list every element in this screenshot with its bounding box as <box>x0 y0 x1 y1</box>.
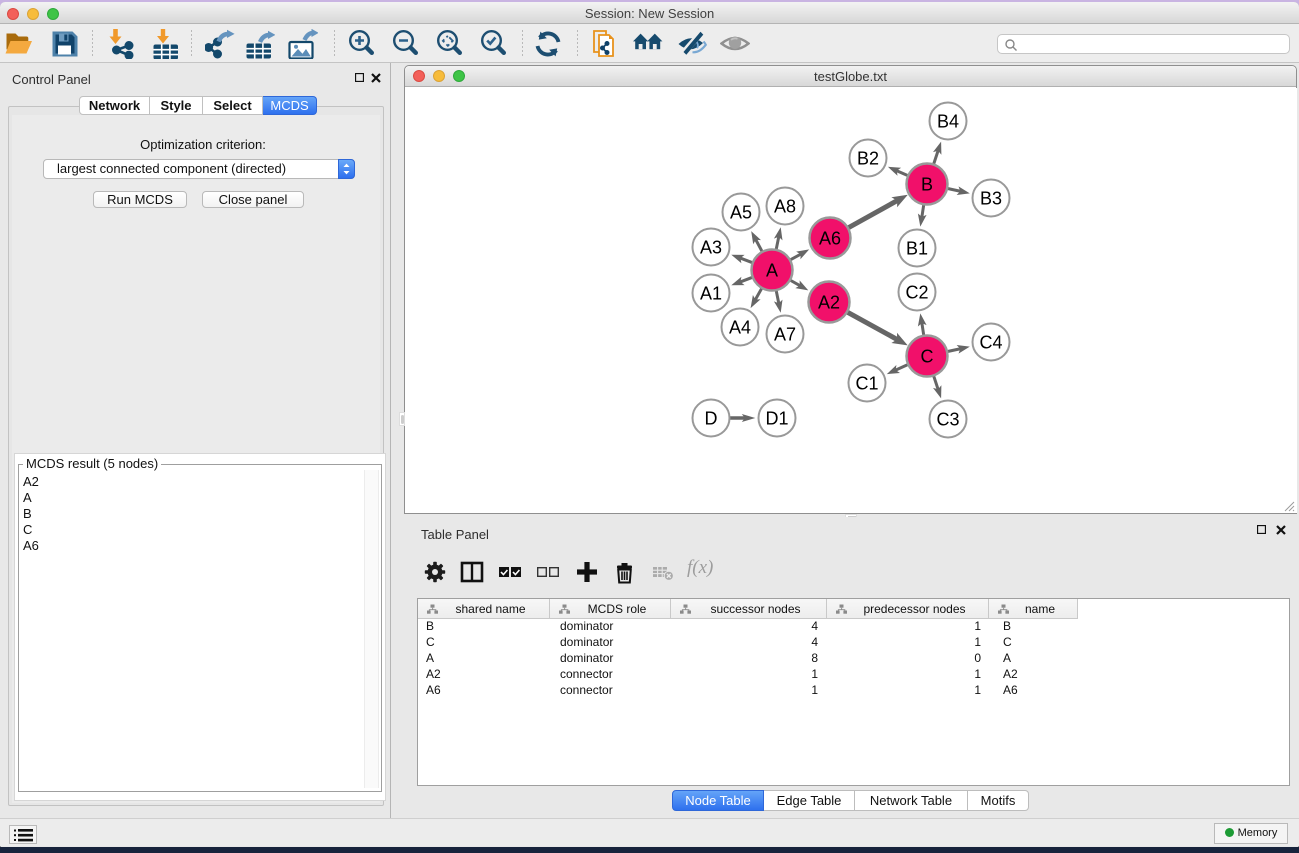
svg-text:A: A <box>766 261 778 281</box>
svg-text:A7: A7 <box>774 325 796 345</box>
svg-text:B1: B1 <box>906 239 928 259</box>
svg-text:A8: A8 <box>774 197 796 217</box>
svg-text:A1: A1 <box>700 284 722 304</box>
svg-text:C1: C1 <box>855 374 878 394</box>
svg-text:C: C <box>921 347 934 367</box>
svg-text:D1: D1 <box>765 409 788 429</box>
svg-text:A2: A2 <box>818 293 840 313</box>
svg-text:A3: A3 <box>700 238 722 258</box>
svg-text:B2: B2 <box>857 149 879 169</box>
svg-text:B3: B3 <box>980 189 1002 209</box>
svg-text:B: B <box>921 175 933 195</box>
svg-text:A4: A4 <box>729 318 751 338</box>
svg-text:C3: C3 <box>936 410 959 430</box>
svg-text:C2: C2 <box>905 283 928 303</box>
svg-text:B4: B4 <box>937 112 959 132</box>
svg-text:C4: C4 <box>979 333 1002 353</box>
svg-text:A5: A5 <box>730 203 752 223</box>
svg-text:A6: A6 <box>819 229 841 249</box>
svg-text:D: D <box>705 409 718 429</box>
